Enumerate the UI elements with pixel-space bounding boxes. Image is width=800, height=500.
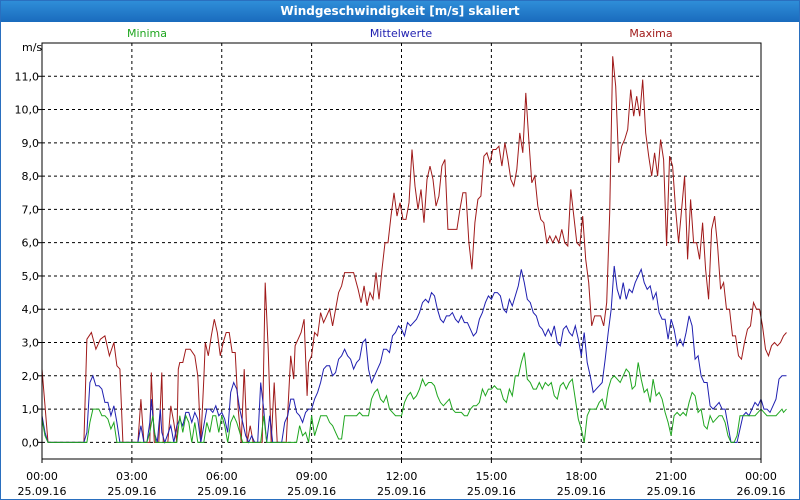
y-tick-label: 9,0: [22, 137, 40, 150]
x-tick-date: 25.09.16: [557, 485, 606, 498]
x-tick-date: 25.09.16: [377, 485, 426, 498]
x-tick-time: 03:00: [116, 470, 148, 483]
x-tick-time: 00:00: [745, 470, 777, 483]
y-tick-label: 5,0: [22, 270, 40, 283]
y-tick-label: 11,0: [15, 70, 40, 83]
data-series: [41, 56, 787, 444]
y-tick-label: 0,0: [22, 436, 40, 449]
x-tick-time: 18:00: [565, 470, 597, 483]
y-tick-label: 3,0: [22, 337, 40, 350]
series-line-mittelwerte: [41, 265, 787, 444]
y-tick-label: 10,0: [15, 104, 40, 117]
x-tick-date: 25.09.16: [107, 485, 156, 498]
x-tick-date: 25.09.16: [18, 485, 67, 498]
x-tick-date: 25.09.16: [467, 485, 516, 498]
y-tick-label: 4,0: [22, 303, 40, 316]
grid-lines: [42, 43, 761, 459]
x-tick-date: 25.09.16: [647, 485, 696, 498]
y-axis-unit: m/s: [22, 41, 42, 54]
x-tick-date: 26.09.16: [737, 485, 786, 498]
x-tick-time: 09:00: [296, 470, 328, 483]
chart-window: Windgeschwindigkeit [m/s] skaliert Minim…: [0, 0, 800, 500]
legend-maxima: Maxima: [629, 27, 672, 40]
x-tick-date: 25.09.16: [287, 485, 336, 498]
y-axis-ticks: 0,0 1,0 2,0 3,0 4,0 5,0 6,0 7,0 8,0 9,0 10,0 11,0: [15, 70, 42, 449]
series-line-maxima: [41, 56, 787, 443]
legend-mittelwerte: Mittelwerte: [370, 27, 433, 40]
y-tick-label: 7,0: [22, 203, 40, 216]
y-tick-label: 2,0: [22, 370, 40, 383]
x-axis-ticks: 00:00 25.09.16 03:00 25.09.16 06:00 25.09.16 0…: [18, 459, 786, 498]
wind-speed-chart: Minima Mittelwerte Maxima m/s 0,0 1,0 2,0 3…: [15, 27, 787, 498]
x-tick-time: 00:00: [26, 470, 58, 483]
x-tick-date: 25.09.16: [197, 485, 246, 498]
y-tick-label: 8,0: [22, 170, 40, 183]
x-tick-time: 15:00: [476, 470, 508, 483]
x-tick-time: 06:00: [206, 470, 238, 483]
x-tick-time: 12:00: [386, 470, 418, 483]
y-tick-label: 1,0: [22, 403, 40, 416]
y-tick-label: 6,0: [22, 237, 40, 250]
x-tick-time: 21:00: [655, 470, 687, 483]
legend-minima: Minima: [127, 27, 167, 40]
